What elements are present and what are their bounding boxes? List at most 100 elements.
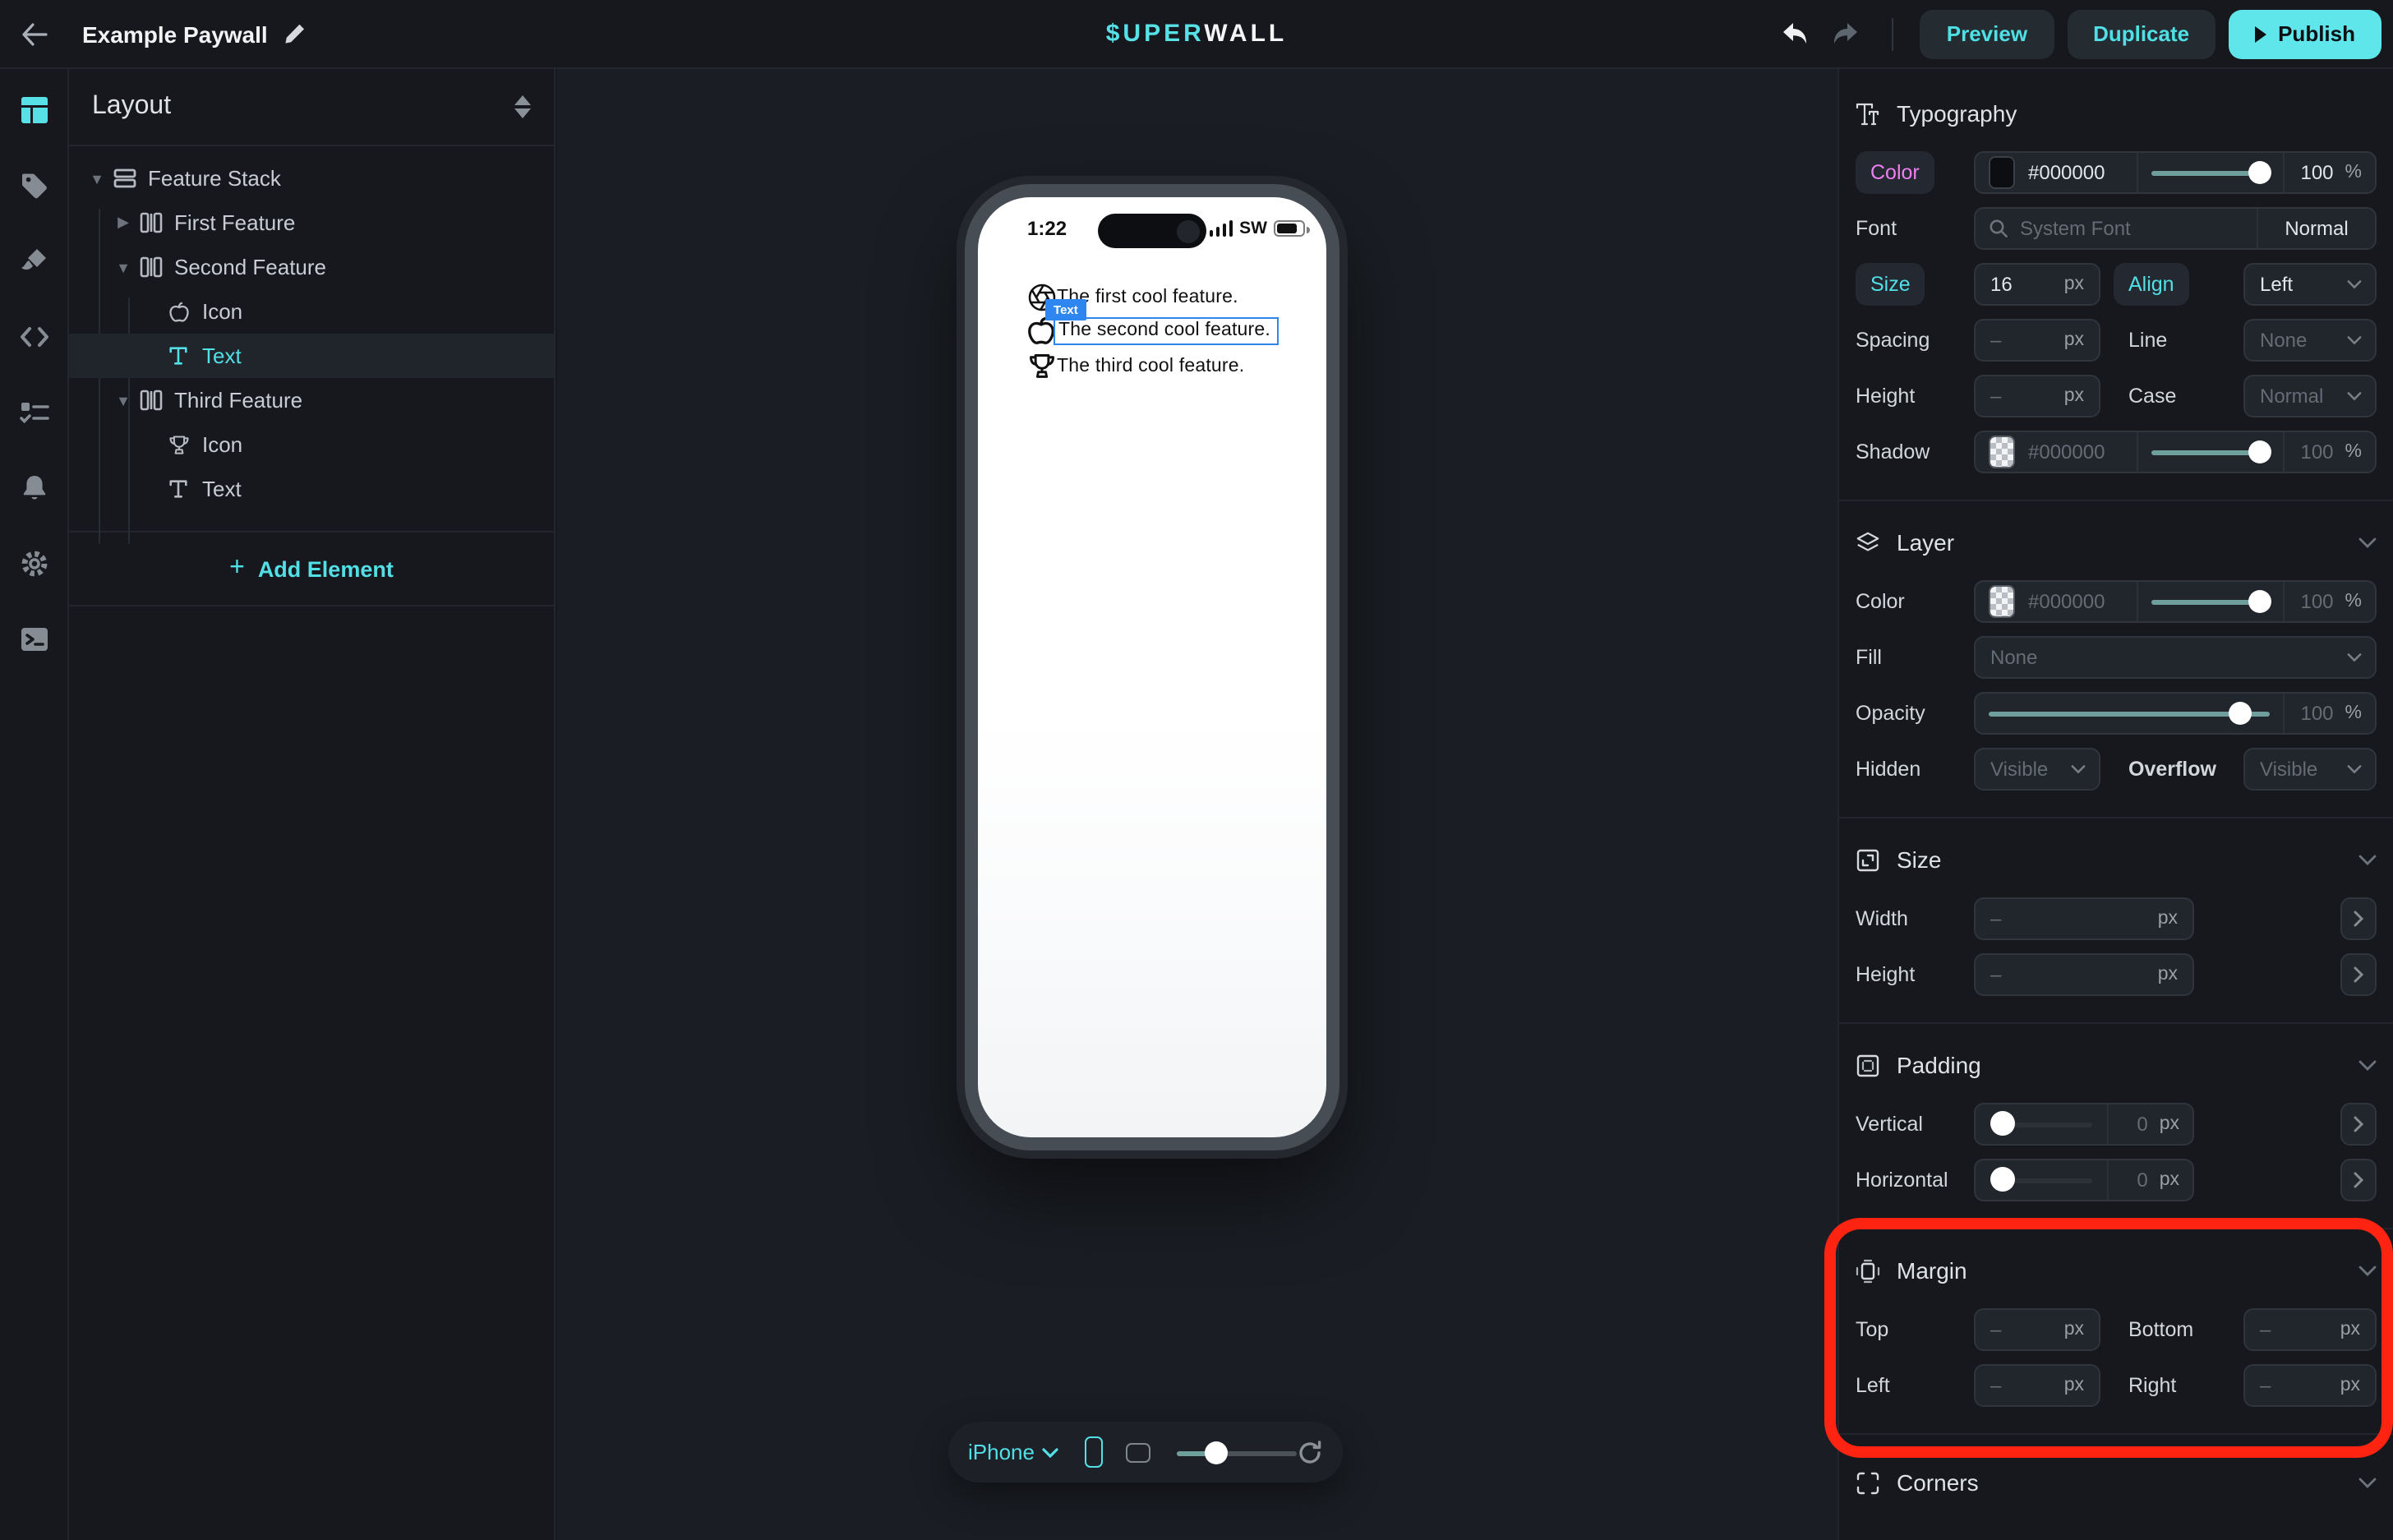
- fill-select[interactable]: None: [1974, 636, 2377, 679]
- feature-row-3[interactable]: The third cool feature.: [1026, 348, 1279, 383]
- preview-button[interactable]: Preview: [1920, 9, 2054, 58]
- collapse-section-icon[interactable]: [2358, 1059, 2377, 1071]
- layer-color-opacity-slider[interactable]: [2137, 582, 2283, 621]
- inspector-panel: Typography Color #000000 100 %: [1837, 69, 2393, 1540]
- layer-tree: ▼ Feature Stack ▶ First Feature ▼ Second…: [69, 146, 554, 531]
- publish-button[interactable]: Publish: [2229, 9, 2381, 58]
- shadow-opacity-slider[interactable]: [2137, 432, 2283, 472]
- signal-icon: [1209, 221, 1233, 237]
- height-detail-button[interactable]: [2340, 953, 2377, 996]
- sort-layers-icon[interactable]: [514, 95, 531, 118]
- width-detail-button[interactable]: [2340, 897, 2377, 940]
- app-window: Example Paywall $UPERWALL Preview Duplic…: [0, 0, 2393, 1540]
- collapse-section-icon[interactable]: [2358, 1477, 2377, 1488]
- top-bar: Example Paywall $UPERWALL Preview Duplic…: [0, 0, 2393, 69]
- case-select[interactable]: Normal: [2243, 375, 2377, 417]
- font-size-input[interactable]: 16 px: [1974, 263, 2100, 306]
- tree-item-text-selected[interactable]: Text: [69, 334, 554, 378]
- margin-top-input[interactable]: – px: [1974, 1308, 2100, 1351]
- typography-color-field[interactable]: #000000 100 %: [1974, 151, 2377, 194]
- landscape-mode-button[interactable]: [1126, 1442, 1151, 1462]
- shadow-field[interactable]: #000000 100 %: [1974, 431, 2377, 473]
- margin-bottom-input[interactable]: – px: [2243, 1308, 2377, 1351]
- layout-panel: Layout ▼ Feature Stack ▶ First Feature: [69, 69, 556, 1540]
- opacity-field[interactable]: 100 %: [1974, 692, 2377, 735]
- letter-spacing-input[interactable]: – px: [1974, 319, 2100, 362]
- console-panel-icon[interactable]: [16, 621, 51, 656]
- iphone-preview: 1:22 SW The first cool feature.: [965, 184, 1339, 1150]
- theme-panel-icon[interactable]: [16, 243, 51, 278]
- chevron-right-icon[interactable]: ▶: [115, 214, 131, 232]
- tree-item-feature-stack[interactable]: ▼ Feature Stack: [69, 156, 554, 201]
- tree-item-second-feature[interactable]: ▼ Second Feature: [69, 245, 554, 289]
- chevron-down-icon[interactable]: ▼: [89, 170, 105, 187]
- chevron-down-icon: [2347, 652, 2375, 662]
- margin-left-input[interactable]: – px: [1974, 1364, 2100, 1407]
- hidden-select[interactable]: Visible: [1974, 748, 2100, 791]
- portrait-mode-button[interactable]: [1086, 1436, 1103, 1468]
- vertical-padding-slider[interactable]: 0 px: [1974, 1103, 2194, 1146]
- code-panel-icon[interactable]: [16, 319, 51, 353]
- typography-color-label[interactable]: Color: [1856, 151, 1934, 194]
- align-label[interactable]: Align: [2114, 263, 2189, 306]
- tree-item-third-feature[interactable]: ▼ Third Feature: [69, 378, 554, 422]
- collapse-section-icon[interactable]: [2358, 854, 2377, 865]
- chevron-down-icon[interactable]: [1043, 1447, 1059, 1457]
- layout-panel-icon[interactable]: [16, 92, 51, 127]
- back-button[interactable]: [0, 0, 69, 68]
- vertical-padding-detail-button[interactable]: [2340, 1103, 2377, 1146]
- color-opacity-slider[interactable]: [2137, 153, 2283, 192]
- canvas[interactable]: 1:22 SW The first cool feature.: [557, 69, 1837, 1540]
- layer-color-swatch[interactable]: [1989, 585, 2015, 618]
- add-element-button[interactable]: + Add Element: [69, 533, 554, 605]
- redo-button[interactable]: [1827, 14, 1866, 53]
- line-select[interactable]: None: [2243, 319, 2377, 362]
- horizontal-padding-slider[interactable]: 0 px: [1974, 1159, 2194, 1201]
- color-swatch[interactable]: [1989, 156, 2015, 189]
- layer-color-field[interactable]: #000000 100 %: [1974, 580, 2377, 623]
- chevron-down-icon[interactable]: ▼: [115, 259, 131, 275]
- checklist-panel-icon[interactable]: [16, 394, 51, 429]
- font-size-label[interactable]: Size: [1856, 263, 1925, 306]
- edit-title-icon[interactable]: [284, 23, 306, 44]
- chevron-down-icon[interactable]: ▼: [115, 392, 131, 408]
- notifications-panel-icon[interactable]: [16, 470, 51, 505]
- feature-row-2-selected[interactable]: Text The second cool feature.: [1026, 314, 1279, 348]
- collapse-section-icon[interactable]: [2358, 537, 2377, 548]
- font-style-select[interactable]: Normal: [2257, 209, 2375, 248]
- margin-right-input[interactable]: – px: [2243, 1364, 2377, 1407]
- device-toolbar: iPhone: [948, 1422, 1343, 1482]
- font-field[interactable]: System Font Normal: [1974, 207, 2377, 250]
- zoom-slider[interactable]: [1177, 1442, 1297, 1462]
- shadow-color-swatch[interactable]: [1989, 436, 2015, 468]
- tree-item-text[interactable]: Text: [69, 467, 554, 511]
- tree-item-icon[interactable]: Icon: [69, 289, 554, 334]
- tree-item-icon[interactable]: Icon: [69, 422, 554, 467]
- battery-icon: [1274, 220, 1305, 237]
- refresh-button[interactable]: [1297, 1439, 1323, 1465]
- height-input[interactable]: – px: [1974, 953, 2194, 996]
- status-time: 1:22: [1027, 217, 1067, 240]
- size-icon: [1856, 847, 1880, 872]
- line-height-input[interactable]: – px: [1974, 375, 2100, 417]
- superwall-logo: $UPERWALL: [1106, 20, 1288, 48]
- duplicate-button[interactable]: Duplicate: [2067, 9, 2215, 58]
- plus-icon: +: [229, 554, 245, 583]
- paywall-screen[interactable]: 1:22 SW The first cool feature.: [978, 197, 1326, 1137]
- align-select[interactable]: Left: [2243, 263, 2377, 306]
- divider: [69, 605, 554, 606]
- undo-button[interactable]: [1774, 14, 1814, 53]
- opacity-slider[interactable]: [1976, 694, 2283, 733]
- collapse-section-icon[interactable]: [2358, 1265, 2377, 1276]
- text-icon: [166, 344, 191, 368]
- settings-panel-icon[interactable]: [16, 546, 51, 580]
- typography-section: Typography Color #000000 100 %: [1839, 69, 2393, 501]
- horizontal-padding-detail-button[interactable]: [2340, 1159, 2377, 1201]
- overflow-select[interactable]: Visible: [2243, 748, 2377, 791]
- left-icon-rail: [0, 69, 69, 1540]
- tags-panel-icon[interactable]: [16, 168, 51, 202]
- feature-stack: The first cool feature. Text The second …: [1026, 279, 1279, 383]
- device-select[interactable]: iPhone: [968, 1440, 1035, 1464]
- width-input[interactable]: – px: [1974, 897, 2194, 940]
- tree-item-first-feature[interactable]: ▶ First Feature: [69, 201, 554, 245]
